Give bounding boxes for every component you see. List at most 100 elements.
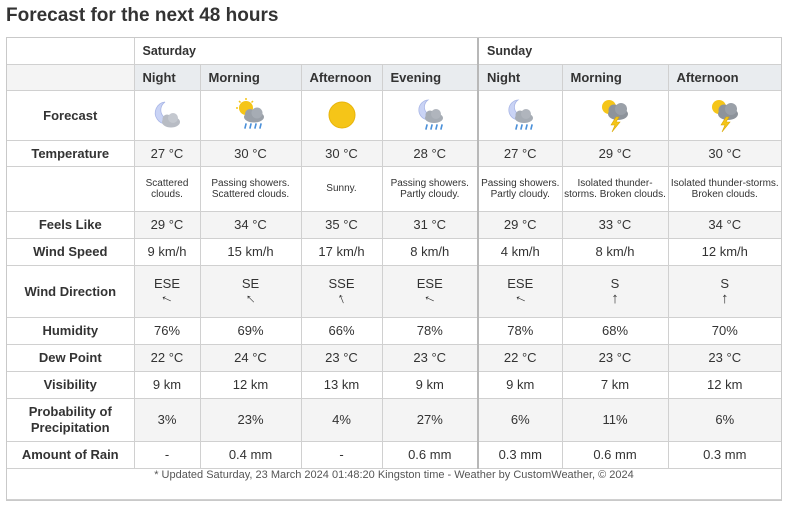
temperature-cell: 30 °C	[667, 139, 782, 167]
rain-amount-cell: 0.3 mm	[667, 440, 782, 469]
wind-direction-cell: S ↑	[561, 264, 669, 318]
weather-cell	[199, 89, 302, 141]
dew-point-cell: 24 °C	[199, 343, 302, 372]
page-title: Forecast for the next 48 hours	[6, 5, 279, 26]
wind-direction-cell: SE ↑	[199, 264, 302, 318]
weather-cell	[381, 89, 479, 141]
weather-cell	[561, 89, 669, 141]
precipitation-probability-cell: 6%	[667, 397, 782, 442]
visibility-cell: 9 km	[133, 370, 201, 399]
row-label-rain-amount: Amount of Rain	[7, 440, 135, 469]
dew-point-cell: 22 °C	[477, 343, 563, 372]
row-label-precipitation-probability: Probability of Precipitation	[7, 397, 135, 442]
feels-like-cell: 34 °C	[199, 210, 302, 239]
temperature-cell: 29 °C	[561, 139, 669, 167]
row-label-feels-like: Feels Like	[7, 210, 135, 239]
wind-speed-cell: 4 km/h	[477, 237, 563, 266]
visibility-cell: 9 km	[381, 370, 479, 399]
weather-cell	[477, 89, 563, 141]
period-header: Night	[133, 63, 201, 91]
wind-speed-cell: 8 km/h	[561, 237, 669, 266]
temperature-cell: 27 °C	[477, 139, 563, 167]
wind-direction-text: ESE	[153, 275, 180, 291]
night-showers-icon	[418, 99, 443, 130]
precipitation-probability-cell: 11%	[561, 397, 669, 442]
wind-speed-cell: 9 km/h	[133, 237, 201, 266]
temperature-cell: 28 °C	[381, 139, 479, 167]
period-header-row: Night Morning Afternoon Evening Night Mo…	[7, 63, 782, 91]
humidity-cell: 78%	[477, 316, 563, 345]
visibility-cell: 7 km	[561, 370, 669, 399]
row-label-wind-speed: Wind Speed	[7, 237, 135, 266]
wind-direction-text: S	[720, 275, 730, 291]
row-label-temperature: Temperature	[7, 139, 135, 167]
row-label-forecast: Forecast	[7, 89, 135, 141]
night-partly-cloudy-icon	[154, 101, 180, 128]
thunderstorm-icon	[711, 100, 738, 133]
period-corner	[7, 63, 135, 91]
row-label-humidity: Humidity	[7, 316, 135, 345]
condition-cell: Passing showers. Partly cloudy.	[477, 165, 563, 212]
wind-speed-cell: 17 km/h	[300, 237, 383, 266]
precipitation-probability-cell: 4%	[300, 397, 383, 442]
feels-like-cell: 29 °C	[477, 210, 563, 239]
sun-icon	[328, 101, 355, 129]
wind-arrow-icon: ↑	[510, 291, 530, 306]
dew-point-cell: 23 °C	[381, 343, 479, 372]
period-header: Afternoon	[667, 63, 782, 91]
wind-direction-text: ESE	[416, 275, 443, 291]
humidity-row: Humidity 76% 69% 66% 78% 78% 68% 70%	[7, 316, 782, 345]
feels-like-cell: 35 °C	[300, 210, 383, 239]
dew-point-cell: 23 °C	[300, 343, 383, 372]
night-showers-icon	[508, 99, 534, 130]
wind-direction-text: S	[610, 275, 620, 291]
condition-cell: Passing showers. Partly cloudy.	[381, 165, 479, 212]
temperature-cell: 27 °C	[133, 139, 201, 167]
humidity-cell: 76%	[133, 316, 201, 345]
day-header-saturday: Saturday	[133, 38, 479, 65]
wind-arrow-icon: ↑	[420, 291, 439, 306]
wind-direction-text: ESE	[507, 275, 534, 291]
corner-cell	[7, 38, 135, 65]
wind-arrow-icon: ↑	[157, 291, 176, 306]
humidity-cell: 66%	[300, 316, 383, 345]
wind-direction-row: Wind Direction ESE ↑ SE ↑ SSE ↑ ESE ↑ ESE ↑ S…	[7, 264, 782, 318]
dew-point-cell: 22 °C	[133, 343, 201, 372]
feels-like-cell: 29 °C	[133, 210, 201, 239]
period-header: Night	[477, 63, 563, 91]
condition-cell: Sunny.	[300, 165, 383, 212]
precipitation-probability-cell: 6%	[477, 397, 563, 442]
row-label-wind-direction: Wind Direction	[7, 264, 135, 318]
humidity-cell: 68%	[561, 316, 669, 345]
rain-amount-row: Amount of Rain - 0.4 mm - 0.6 mm 0.3 mm …	[7, 440, 782, 469]
rain-amount-cell: 0.3 mm	[477, 440, 563, 469]
footer-row: * Updated Saturday, 23 March 2024 01:48:…	[7, 467, 782, 500]
condition-cell: Isolated thunder-storms. Broken clouds.	[667, 165, 782, 212]
feels-like-cell: 34 °C	[667, 210, 782, 239]
dew-point-row: Dew Point 22 °C 24 °C 23 °C 23 °C 22 °C …	[7, 343, 782, 372]
wind-speed-cell: 8 km/h	[381, 237, 479, 266]
humidity-cell: 78%	[381, 316, 479, 345]
wind-direction-cell: SSE ↑	[300, 264, 383, 318]
feels-like-cell: 31 °C	[381, 210, 479, 239]
period-header: Evening	[381, 63, 479, 91]
forecast-icon-row: Forecast	[7, 89, 782, 141]
sun-showers-icon	[235, 98, 264, 129]
weather-cell	[300, 89, 383, 141]
visibility-row: Visibility 9 km 12 km 13 km 9 km 9 km 7 …	[7, 370, 782, 399]
wind-speed-row: Wind Speed 9 km/h 15 km/h 17 km/h 8 km/h…	[7, 237, 782, 266]
forecast-table-container: Saturday Sunday Night Morning Afternoon …	[6, 37, 782, 501]
day-header-sunday: Sunday	[476, 38, 782, 65]
weather-cell	[667, 89, 782, 141]
wind-arrow-icon: ↑	[721, 289, 729, 307]
wind-direction-text: SE	[241, 275, 260, 291]
rain-amount-cell: 0.4 mm	[199, 440, 302, 469]
dew-point-cell: 23 °C	[561, 343, 669, 372]
rain-amount-cell: -	[300, 440, 383, 469]
day-header-row: Saturday Sunday	[7, 38, 782, 65]
period-header: Morning	[199, 63, 302, 91]
visibility-cell: 9 km	[477, 370, 563, 399]
temperature-row: Temperature 27 °C 30 °C 30 °C 28 °C 27 °…	[7, 139, 782, 167]
rain-amount-cell: -	[133, 440, 201, 469]
wind-direction-cell: ESE ↑	[133, 264, 201, 318]
